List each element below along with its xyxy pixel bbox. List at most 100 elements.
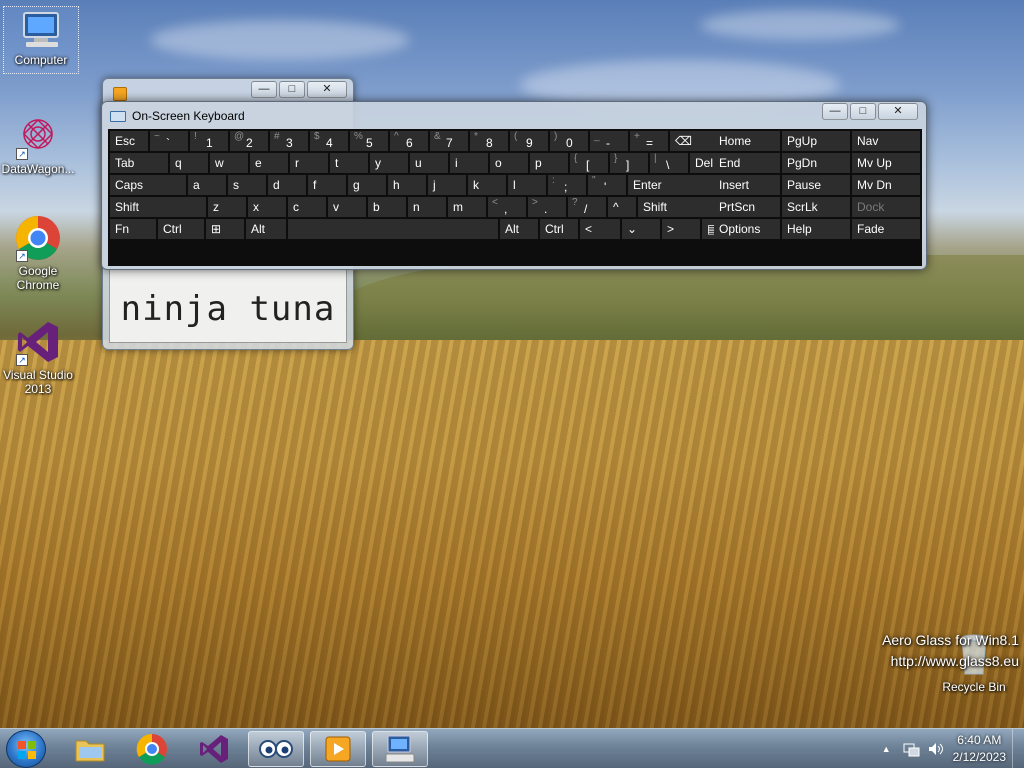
key-e[interactable]: e	[250, 153, 288, 173]
key-1[interactable]: ! 1	[190, 131, 228, 151]
volume-icon[interactable]	[927, 741, 943, 757]
network-icon[interactable]	[903, 741, 921, 757]
key-scrlk[interactable]: ScrLk	[782, 197, 850, 217]
key-l[interactable]: l	[508, 175, 546, 195]
key-5[interactable]: % 5	[350, 131, 388, 151]
taskbar-eyes-app[interactable]	[248, 731, 304, 767]
key-blank[interactable]	[288, 219, 498, 239]
key-pause[interactable]: Pause	[782, 175, 850, 195]
key-r[interactable]: r	[290, 153, 328, 173]
key-symbol[interactable]: ⌄	[622, 219, 660, 239]
desktop-icon-chrome[interactable]: ↗ Google Chrome	[0, 214, 76, 292]
key-t[interactable]: t	[330, 153, 368, 173]
key-n[interactable]: n	[408, 197, 446, 217]
key-help[interactable]: Help	[782, 219, 850, 239]
desktop-icon-computer[interactable]: Computer	[3, 6, 79, 74]
key-fn[interactable]: Fn	[110, 219, 156, 239]
key-ctrl[interactable]: Ctrl	[158, 219, 204, 239]
key-symbol[interactable]: | \	[650, 153, 688, 173]
key-home[interactable]: Home	[714, 131, 780, 151]
key-ctrl[interactable]: Ctrl	[540, 219, 578, 239]
key-6[interactable]: ^ 6	[390, 131, 428, 151]
key-b[interactable]: b	[368, 197, 406, 217]
key-symbol[interactable]: " '	[588, 175, 626, 195]
key-s[interactable]: s	[228, 175, 266, 195]
key-3[interactable]: #3	[270, 131, 308, 151]
key-j[interactable]: j	[428, 175, 466, 195]
key-caps[interactable]: Caps	[110, 175, 186, 195]
key-fade[interactable]: Fade	[852, 219, 920, 239]
show-desktop-button[interactable]	[1012, 729, 1024, 768]
show-hidden-icons-chevron[interactable]: ▲	[882, 744, 891, 754]
clock[interactable]: 6:40 AM 2/12/2023	[953, 732, 1006, 766]
key-pgdn[interactable]: PgDn	[782, 153, 850, 173]
key-symbol[interactable]: + =	[630, 131, 668, 151]
taskbar-chrome[interactable]	[124, 731, 180, 767]
maximize-button[interactable]: □	[279, 81, 305, 98]
close-button[interactable]: ✕	[307, 81, 347, 98]
key-i[interactable]: i	[450, 153, 488, 173]
key-4[interactable]: $4	[310, 131, 348, 151]
desktop-icon-datawagon[interactable]: ↗ DataWagon...	[0, 112, 76, 176]
taskbar-media-app[interactable]	[310, 731, 366, 767]
key-symbol[interactable]: >	[662, 219, 700, 239]
key-q[interactable]: q	[170, 153, 208, 173]
key-symbol[interactable]: <,	[488, 197, 526, 217]
key-end[interactable]: End	[714, 153, 780, 173]
taskbar-file-explorer[interactable]	[62, 731, 118, 767]
key-shift[interactable]: Shift	[638, 197, 718, 217]
key-p[interactable]: p	[530, 153, 568, 173]
key-symbol[interactable]: >.	[528, 197, 566, 217]
key-mv-dn[interactable]: Mv Dn	[852, 175, 920, 195]
key-symbol[interactable]: :;	[548, 175, 586, 195]
taskbar-on-screen-keyboard[interactable]	[372, 731, 428, 767]
key-7[interactable]: & 7	[430, 131, 468, 151]
key-esc[interactable]: Esc	[110, 131, 148, 151]
key-z[interactable]: z	[208, 197, 246, 217]
key-0[interactable]: ) 0	[550, 131, 588, 151]
key-o[interactable]: o	[490, 153, 528, 173]
osk-close-button[interactable]: ✕	[878, 103, 918, 120]
key-2[interactable]: @2	[230, 131, 268, 151]
minimize-button[interactable]: —	[251, 81, 277, 98]
key-d[interactable]: d	[268, 175, 306, 195]
osk-maximize-button[interactable]: □	[850, 103, 876, 120]
taskbar-visual-studio[interactable]	[186, 731, 242, 767]
osk-titlebar[interactable]: On-Screen Keyboard	[110, 108, 245, 124]
key-nav[interactable]: Nav	[852, 131, 920, 151]
key-alt[interactable]: Alt	[500, 219, 538, 239]
key-symbol[interactable]: ? /	[568, 197, 606, 217]
key-symbol[interactable]: }]	[610, 153, 648, 173]
key-u[interactable]: u	[410, 153, 448, 173]
key-v[interactable]: v	[328, 197, 366, 217]
key-mv-up[interactable]: Mv Up	[852, 153, 920, 173]
key-k[interactable]: k	[468, 175, 506, 195]
key-h[interactable]: h	[388, 175, 426, 195]
key-pgup[interactable]: PgUp	[782, 131, 850, 151]
osk-minimize-button[interactable]: —	[822, 103, 848, 120]
key-x[interactable]: x	[248, 197, 286, 217]
key-insert[interactable]: Insert	[714, 175, 780, 195]
key-options[interactable]: Options	[714, 219, 780, 239]
key-f[interactable]: f	[308, 175, 346, 195]
on-screen-keyboard-window[interactable]: On-Screen Keyboard — □ ✕ Esc ~ `! 1 @2 #3 $4% 5…	[101, 101, 927, 270]
key-symbol[interactable]: {[	[570, 153, 608, 173]
key-shift[interactable]: Shift	[110, 197, 206, 217]
key-symbol[interactable]: ~ `	[150, 131, 188, 151]
key-symbol[interactable]: _ -	[590, 131, 628, 151]
key-8[interactable]: * 8	[470, 131, 508, 151]
start-button[interactable]	[6, 730, 46, 768]
key-tab[interactable]: Tab	[110, 153, 168, 173]
desktop-icon-visual-studio[interactable]: ↗ Visual Studio 2013	[0, 318, 76, 396]
key-prtscn[interactable]: PrtScn	[714, 197, 780, 217]
key-symbol[interactable]: <	[580, 219, 620, 239]
key-a[interactable]: a	[188, 175, 226, 195]
key-w[interactable]: w	[210, 153, 248, 173]
key-symbol[interactable]: ^	[608, 197, 636, 217]
key-c[interactable]: c	[288, 197, 326, 217]
key-m[interactable]: m	[448, 197, 486, 217]
key-9[interactable]: (9	[510, 131, 548, 151]
key-alt[interactable]: Alt	[246, 219, 286, 239]
key-g[interactable]: g	[348, 175, 386, 195]
key-symbol[interactable]: ⊞	[206, 219, 244, 239]
